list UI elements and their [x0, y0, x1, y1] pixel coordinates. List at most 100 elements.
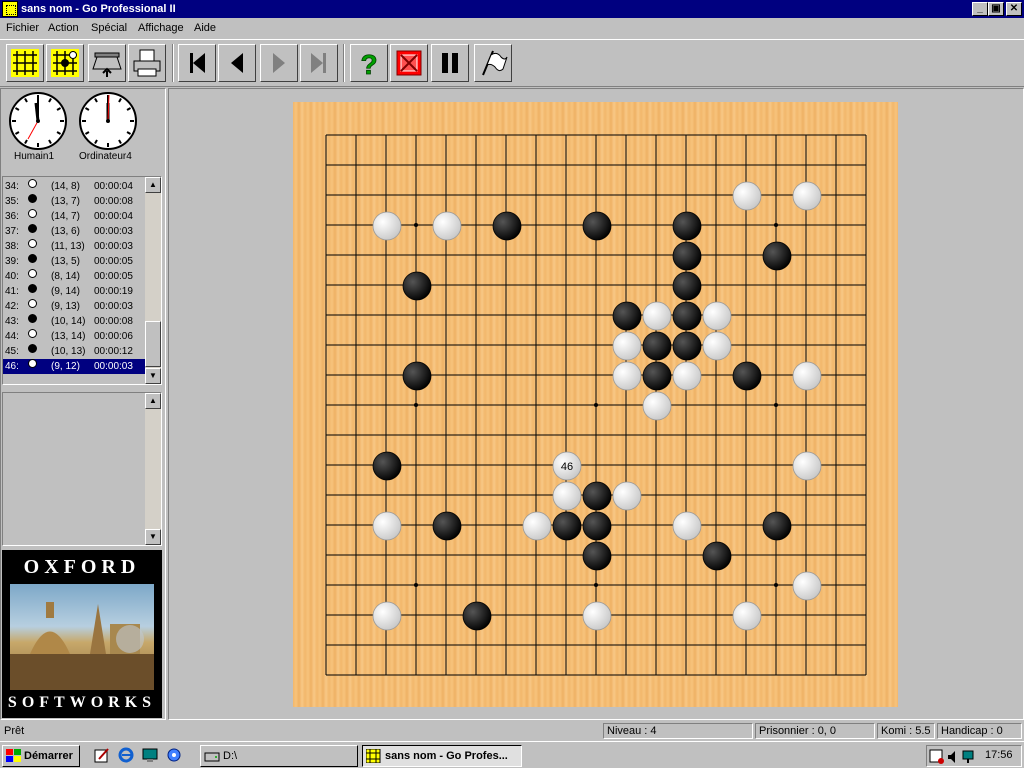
move-list-row[interactable]: 37: (13, 6) 00:00:03 — [3, 224, 145, 239]
scroll-up-button[interactable]: ▲ — [145, 177, 161, 193]
first-move-button[interactable] — [178, 44, 216, 82]
move-list-row[interactable]: 46: (9, 12) 00:00:03 — [3, 359, 145, 374]
move-list-row[interactable]: 42: (9, 13) 00:00:03 — [3, 299, 145, 314]
move-list-row[interactable]: 34: (14, 8) 00:00:04 — [3, 179, 145, 194]
maximize-button[interactable]: ▣ — [988, 2, 1004, 16]
move-list-scrollbar[interactable]: ▲ ▼ — [145, 177, 161, 384]
move-time: 00:00:04 — [94, 181, 133, 192]
minimize-button[interactable]: _ — [972, 2, 988, 16]
load-button[interactable] — [88, 44, 126, 82]
black-stone[interactable] — [672, 301, 702, 331]
move-list-row[interactable]: 40: (8, 14) 00:00:05 — [3, 269, 145, 284]
menu-aide[interactable]: Aide — [194, 19, 216, 38]
black-stone[interactable] — [672, 241, 702, 271]
pass-button[interactable] — [474, 44, 512, 82]
setup-board-button[interactable] — [46, 44, 84, 82]
move-list-row[interactable]: 45: (10, 13) 00:00:12 — [3, 344, 145, 359]
white-stone[interactable] — [792, 451, 822, 481]
white-stone[interactable] — [672, 511, 702, 541]
quicklaunch-desktop-icon[interactable] — [142, 747, 158, 763]
scroll-thumb[interactable] — [145, 321, 161, 367]
white-stone[interactable] — [792, 181, 822, 211]
white-stone[interactable] — [792, 361, 822, 391]
black-stone[interactable] — [642, 331, 672, 361]
last-move-button[interactable] — [300, 44, 338, 82]
pause-button[interactable] — [431, 44, 469, 82]
black-stone[interactable] — [552, 511, 582, 541]
menu-affichage[interactable]: Affichage — [138, 19, 184, 38]
next-move-button[interactable] — [260, 44, 298, 82]
black-stone[interactable] — [612, 301, 642, 331]
start-button[interactable]: Démarrer — [2, 745, 80, 767]
info-scroll-up-button[interactable]: ▲ — [145, 393, 161, 409]
app-icon[interactable] — [2, 1, 18, 17]
black-stone[interactable] — [762, 241, 792, 271]
new-game-button[interactable] — [6, 44, 44, 82]
previous-move-button[interactable] — [218, 44, 256, 82]
go-board[interactable]: 46 — [293, 102, 898, 707]
white-stone[interactable] — [612, 361, 642, 391]
quicklaunch-channels-icon[interactable] — [166, 747, 182, 763]
move-list-row[interactable]: 44: (13, 14) 00:00:06 — [3, 329, 145, 344]
black-stone[interactable] — [672, 331, 702, 361]
menu-action[interactable]: Action — [48, 19, 79, 38]
menu-special[interactable]: Spécial — [91, 19, 127, 38]
black-stone[interactable] — [672, 271, 702, 301]
white-stone[interactable] — [522, 511, 552, 541]
white-stone[interactable] — [642, 391, 672, 421]
black-stone[interactable] — [582, 481, 612, 511]
black-stone[interactable] — [702, 541, 732, 571]
white-stone[interactable] — [642, 301, 672, 331]
info-scrollbar[interactable]: ▲ ▼ — [145, 393, 161, 545]
move-list-row[interactable]: 36: (14, 7) 00:00:04 — [3, 209, 145, 224]
hint-button[interactable]: ? — [350, 44, 388, 82]
move-list-row[interactable]: 38: (11, 13) 00:00:03 — [3, 239, 145, 254]
print-button[interactable] — [128, 44, 166, 82]
white-stone[interactable] — [612, 331, 642, 361]
tray-scheduler-icon[interactable] — [929, 749, 945, 765]
resign-button[interactable] — [390, 44, 428, 82]
tray-volume-icon[interactable] — [946, 749, 958, 765]
black-stone[interactable] — [582, 511, 612, 541]
white-stone[interactable] — [732, 181, 762, 211]
black-stone[interactable] — [732, 361, 762, 391]
menu-fichier[interactable]: Fichier — [6, 19, 39, 38]
tray-network-icon[interactable] — [961, 749, 977, 765]
task-drive-d[interactable]: D:\ — [200, 745, 358, 767]
close-button[interactable]: ✕ — [1006, 2, 1022, 16]
info-scroll-down-button[interactable]: ▼ — [145, 529, 161, 545]
black-stone[interactable] — [432, 511, 462, 541]
go-board-grid[interactable]: 46 — [293, 102, 898, 707]
move-list[interactable]: ▲ ▼ 34: (14, 8) 00:00:04 35: (13, 7) 00:00:08… — [2, 176, 162, 385]
white-stone[interactable] — [372, 211, 402, 241]
black-stone[interactable] — [372, 451, 402, 481]
task-go-professional[interactable]: sans nom - Go Profes... — [362, 745, 522, 767]
quicklaunch-edit-icon[interactable] — [94, 747, 110, 763]
white-stone[interactable] — [672, 361, 702, 391]
black-stone[interactable] — [582, 541, 612, 571]
move-list-row[interactable]: 35: (13, 7) 00:00:08 — [3, 194, 145, 209]
move-list-row[interactable]: 41: (9, 14) 00:00:19 — [3, 284, 145, 299]
white-stone[interactable] — [702, 331, 732, 361]
white-stone[interactable] — [552, 481, 582, 511]
black-stone[interactable] — [492, 211, 522, 241]
black-stone[interactable] — [672, 211, 702, 241]
black-stone[interactable] — [402, 271, 432, 301]
black-stone[interactable] — [762, 511, 792, 541]
black-stone[interactable] — [582, 211, 612, 241]
white-stone[interactable] — [792, 571, 822, 601]
black-stone[interactable] — [402, 361, 432, 391]
white-stone[interactable] — [732, 601, 762, 631]
move-list-row[interactable]: 39: (13, 5) 00:00:05 — [3, 254, 145, 269]
white-stone[interactable] — [702, 301, 732, 331]
white-stone[interactable] — [612, 481, 642, 511]
black-stone[interactable] — [642, 361, 672, 391]
move-list-row[interactable]: 43: (10, 14) 00:00:08 — [3, 314, 145, 329]
black-stone[interactable] — [462, 601, 492, 631]
white-stone[interactable] — [372, 601, 402, 631]
white-stone[interactable] — [582, 601, 612, 631]
quicklaunch-ie-icon[interactable] — [118, 747, 134, 763]
white-stone[interactable] — [432, 211, 462, 241]
white-stone[interactable] — [372, 511, 402, 541]
scroll-down-button[interactable]: ▼ — [145, 368, 161, 384]
